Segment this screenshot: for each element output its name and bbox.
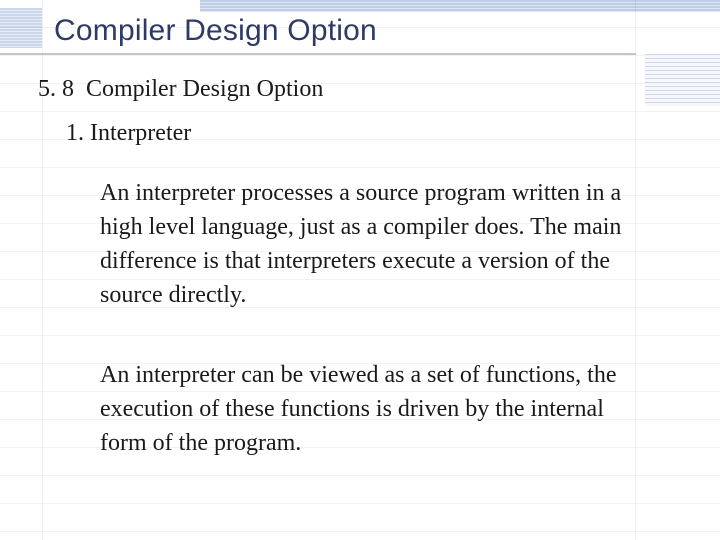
decor-band-top xyxy=(200,0,720,12)
subsection-heading: 1. Interpreter xyxy=(66,120,191,147)
section-heading: 5. 8 Compiler Design Option xyxy=(38,76,323,103)
decor-band-right xyxy=(645,54,720,106)
section-number: 5. 8 xyxy=(38,76,74,102)
slide: Compiler Design Option 5. 8 Compiler Des… xyxy=(0,0,720,540)
decor-band-left xyxy=(0,8,42,48)
title-underline xyxy=(0,53,636,55)
body-paragraph-2: An interpreter can be viewed as a set of… xyxy=(100,358,640,460)
section-title: Compiler Design Option xyxy=(86,76,323,102)
body-paragraph-1: An interpreter processes a source progra… xyxy=(100,176,640,312)
slide-title: Compiler Design Option xyxy=(54,14,377,48)
